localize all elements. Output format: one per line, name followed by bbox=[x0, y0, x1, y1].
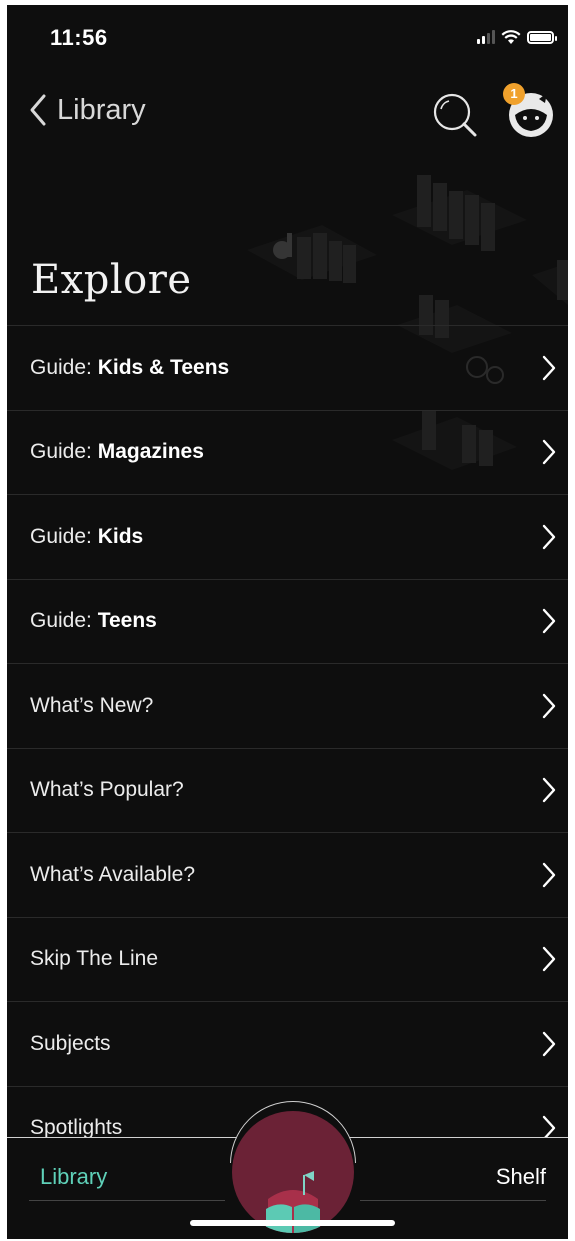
search-button[interactable] bbox=[431, 91, 481, 141]
wifi-icon bbox=[501, 29, 521, 44]
tab-divider bbox=[29, 1200, 225, 1201]
menu-item-whats-new[interactable]: What’s New? bbox=[7, 663, 568, 748]
back-button[interactable]: Library bbox=[29, 93, 146, 127]
menu-item-label: Guide: Magazines bbox=[30, 440, 204, 464]
menu-item-guide-kids[interactable]: Guide: Kids bbox=[7, 494, 568, 579]
menu-item-label: What’s New? bbox=[30, 693, 154, 717]
explore-menu: Guide: Kids & Teens Guide: Magazines Gui… bbox=[7, 325, 568, 1170]
menu-item-label: What’s Available? bbox=[30, 862, 195, 886]
chevron-right-icon bbox=[542, 693, 556, 718]
menu-item-subjects[interactable]: Subjects bbox=[7, 1001, 568, 1086]
battery-icon bbox=[527, 30, 557, 44]
status-time: 11:56 bbox=[50, 25, 108, 50]
signal-icon bbox=[477, 30, 495, 44]
home-indicator[interactable] bbox=[190, 1220, 395, 1226]
status-icons bbox=[477, 27, 557, 47]
tab-shelf[interactable]: Shelf bbox=[496, 1164, 546, 1190]
menu-item-whats-popular[interactable]: What’s Popular? bbox=[7, 747, 568, 833]
menu-item-guide-teens[interactable]: Guide: Teens bbox=[7, 578, 568, 664]
tab-library[interactable]: Library bbox=[40, 1164, 107, 1190]
chevron-right-icon bbox=[542, 1031, 556, 1056]
chevron-right-icon bbox=[542, 947, 556, 972]
search-icon bbox=[433, 93, 477, 137]
chevron-left-icon bbox=[30, 94, 46, 126]
page-title: Explore bbox=[31, 257, 192, 303]
menu-item-label: Subjects bbox=[30, 1031, 111, 1055]
chevron-right-icon bbox=[542, 524, 556, 549]
menu-item-whats-available[interactable]: What’s Available? bbox=[7, 832, 568, 917]
notification-badge: 1 bbox=[503, 83, 525, 105]
menu-item-label: Guide: Kids bbox=[30, 524, 144, 548]
menu-item-label: Guide: Kids & Teens bbox=[30, 355, 230, 379]
chevron-right-icon bbox=[542, 609, 556, 634]
chevron-right-icon bbox=[542, 440, 556, 465]
tab-divider bbox=[360, 1200, 546, 1201]
back-button-label: Library bbox=[57, 93, 146, 126]
chevron-right-icon bbox=[542, 862, 556, 887]
menu-item-label: What’s Popular? bbox=[30, 778, 184, 802]
chevron-right-icon bbox=[542, 778, 556, 803]
app-screen: 11:56 Library 1 Explore Guide: Kids & Te… bbox=[7, 5, 568, 1239]
menu-item-guide-kids-teens[interactable]: Guide: Kids & Teens bbox=[7, 325, 568, 410]
open-book-icon bbox=[266, 1171, 320, 1233]
chevron-right-icon bbox=[542, 355, 556, 380]
menu-item-guide-magazines[interactable]: Guide: Magazines bbox=[7, 409, 568, 495]
menu-item-skip-the-line[interactable]: Skip The Line bbox=[7, 916, 568, 1002]
menu-item-label: Skip The Line bbox=[30, 947, 159, 971]
menu-item-label: Guide: Teens bbox=[30, 609, 157, 633]
center-action-button[interactable] bbox=[232, 1111, 354, 1233]
